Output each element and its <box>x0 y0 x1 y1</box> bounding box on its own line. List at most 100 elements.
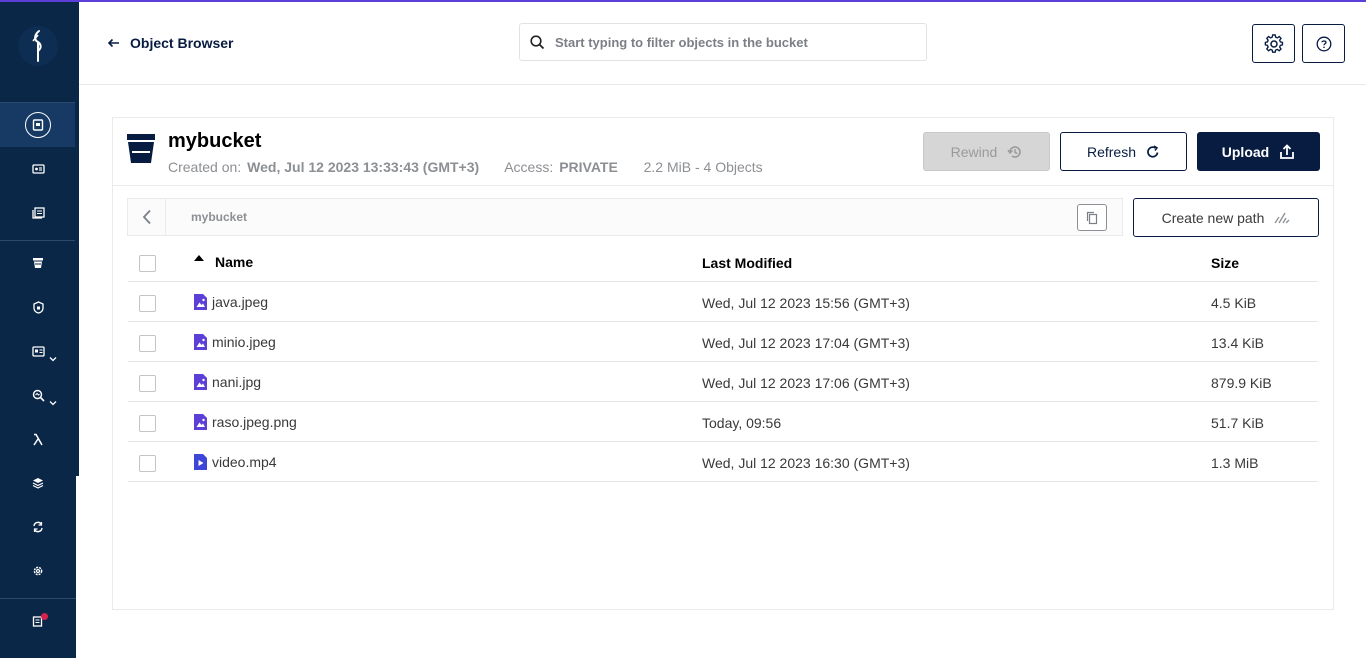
table-row[interactable]: java.jpeg Wed, Jul 12 2023 15:56 (GMT+3) 4… <box>128 282 1318 322</box>
refresh-icon <box>1147 144 1159 158</box>
chevron-left-icon <box>142 209 151 225</box>
help-icon <box>1316 36 1331 51</box>
select-all-checkbox[interactable] <box>139 255 156 272</box>
create-path-label: Create new path <box>1161 209 1265 226</box>
refresh-label: Refresh <box>1086 143 1137 160</box>
object-size: 4.5 KiB <box>1211 295 1257 311</box>
column-header-name-label: Name <box>215 254 254 270</box>
row-checkbox[interactable] <box>139 335 156 352</box>
create-new-path-button[interactable]: Create new path <box>1133 198 1319 237</box>
table-row[interactable]: minio.jpeg Wed, Jul 12 2023 17:04 (GMT+3)… <box>128 322 1318 362</box>
created-label: Created on: <box>168 159 242 175</box>
history-icon <box>1007 145 1022 158</box>
object-name: video.mp4 <box>212 454 277 470</box>
bucket-name: mybucket <box>168 130 262 152</box>
new-path-icon <box>1274 212 1290 223</box>
sidebar-item-site-replication[interactable] <box>0 505 76 549</box>
sidebar-item-access-keys[interactable] <box>0 147 76 191</box>
search-box <box>519 23 927 61</box>
row-checkbox[interactable] <box>139 455 156 472</box>
gear-icon <box>1264 33 1283 53</box>
sidebar-item-object-browser[interactable] <box>0 103 76 147</box>
upload-button[interactable]: Upload <box>1197 132 1320 171</box>
breadcrumb-back-button[interactable] <box>128 199 166 235</box>
tiering-icon <box>32 478 44 489</box>
table-row[interactable]: video.mp4 Wed, Jul 12 2023 16:30 (GMT+3) 1… <box>128 442 1318 482</box>
bucket-icon <box>127 134 155 163</box>
events-lambda-icon <box>33 433 43 445</box>
object-name-cell[interactable]: nani.jpg <box>194 374 261 390</box>
row-checkbox[interactable] <box>139 375 156 392</box>
settings-button[interactable] <box>1252 24 1295 63</box>
site-replication-icon <box>33 521 43 533</box>
object-name: nani.jpg <box>212 374 262 390</box>
page-title: Object Browser <box>130 35 234 51</box>
created-value: Wed, Jul 12 2023 13:33:43 (GMT+3) <box>247 159 480 175</box>
monitoring-icon <box>32 389 45 402</box>
minio-bird-icon <box>32 30 42 62</box>
sidebar-item-monitoring[interactable] <box>0 373 76 417</box>
rewind-button[interactable]: Rewind <box>923 132 1050 171</box>
minio-logo[interactable] <box>18 26 58 66</box>
bucket-meta: Created on: Wed, Jul 12 2023 13:33:43 (GM… <box>168 159 763 175</box>
sidebar-item-events[interactable] <box>0 417 76 461</box>
copy-path-button[interactable] <box>1077 204 1107 231</box>
object-name-cell[interactable]: minio.jpeg <box>194 334 276 350</box>
chevron-down-icon <box>49 401 57 406</box>
sidebar-item-policies[interactable] <box>0 285 76 329</box>
sidebar-item-tiering[interactable] <box>0 461 76 505</box>
rewind-label: Rewind <box>950 143 998 160</box>
object-name: raso.jpeg.png <box>212 414 297 430</box>
row-checkbox[interactable] <box>139 295 156 312</box>
image-file-icon <box>194 334 207 350</box>
breadcrumb: mybucket <box>127 198 1123 236</box>
table-row[interactable]: raso.jpeg.png Today, 09:56 51.7 KiB <box>128 402 1318 442</box>
upload-label: Upload <box>1221 143 1270 160</box>
sidebar-item-settings[interactable] <box>0 549 76 593</box>
column-header-last-modified[interactable]: Last Modified <box>702 255 792 271</box>
sidebar-item-license[interactable] <box>0 599 76 643</box>
object-name-cell[interactable]: java.jpeg <box>194 294 268 310</box>
table-header-row: Name Last Modified Size <box>128 242 1318 282</box>
help-button[interactable] <box>1302 24 1345 63</box>
refresh-button[interactable]: Refresh <box>1060 132 1187 171</box>
sidebar-item-documentation[interactable] <box>0 191 76 235</box>
object-size: 13.4 KiB <box>1211 335 1264 351</box>
bucket-summary: 2.2 MiB - 4 Objects <box>643 159 763 175</box>
policies-icon <box>32 300 44 314</box>
bucket-panel: mybucket Created on: Wed, Jul 12 2023 13:… <box>112 117 1334 610</box>
object-name-cell[interactable]: raso.jpeg.png <box>194 414 297 430</box>
top-accent-line <box>0 0 1366 2</box>
table-body: java.jpeg Wed, Jul 12 2023 15:56 (GMT+3) 4… <box>128 282 1318 482</box>
back-to-object-browser-link[interactable]: Object Browser <box>107 35 233 51</box>
object-size: 879.9 KiB <box>1211 375 1272 391</box>
column-header-name[interactable]: Name <box>194 254 253 270</box>
sidebar-item-identity[interactable] <box>0 329 76 373</box>
sort-ascending-icon <box>194 255 204 261</box>
search-icon <box>530 34 545 49</box>
video-file-icon <box>194 454 207 470</box>
sidebar-item-buckets[interactable] <box>0 241 76 285</box>
object-name: java.jpeg <box>212 294 269 310</box>
identity-icon <box>31 345 45 357</box>
notification-badge <box>41 613 48 620</box>
access-label: Access: <box>504 159 554 175</box>
object-last-modified: Wed, Jul 12 2023 15:56 (GMT+3) <box>702 295 910 311</box>
search-input[interactable] <box>555 34 905 50</box>
column-header-size[interactable]: Size <box>1211 255 1239 271</box>
object-name-cell[interactable]: video.mp4 <box>194 454 277 470</box>
chevron-down-icon <box>49 357 57 362</box>
arrow-left-icon <box>107 38 119 48</box>
object-last-modified: Wed, Jul 12 2023 17:04 (GMT+3) <box>702 335 910 351</box>
table-row[interactable]: nani.jpg Wed, Jul 12 2023 17:06 (GMT+3) 87… <box>128 362 1318 402</box>
image-file-icon <box>194 414 207 430</box>
access-value: PRIVATE <box>559 159 618 175</box>
row-checkbox[interactable] <box>139 415 156 432</box>
breadcrumb-path[interactable]: mybucket <box>191 210 247 224</box>
sidebar <box>0 0 76 658</box>
objects-table: Name Last Modified Size java.jpeg Wed, Ju… <box>128 242 1318 482</box>
object-last-modified: Wed, Jul 12 2023 17:06 (GMT+3) <box>702 375 910 391</box>
image-file-icon <box>194 294 207 310</box>
bucket-header: mybucket Created on: Wed, Jul 12 2023 13:… <box>113 118 1333 186</box>
page-header: Object Browser <box>79 2 1366 85</box>
